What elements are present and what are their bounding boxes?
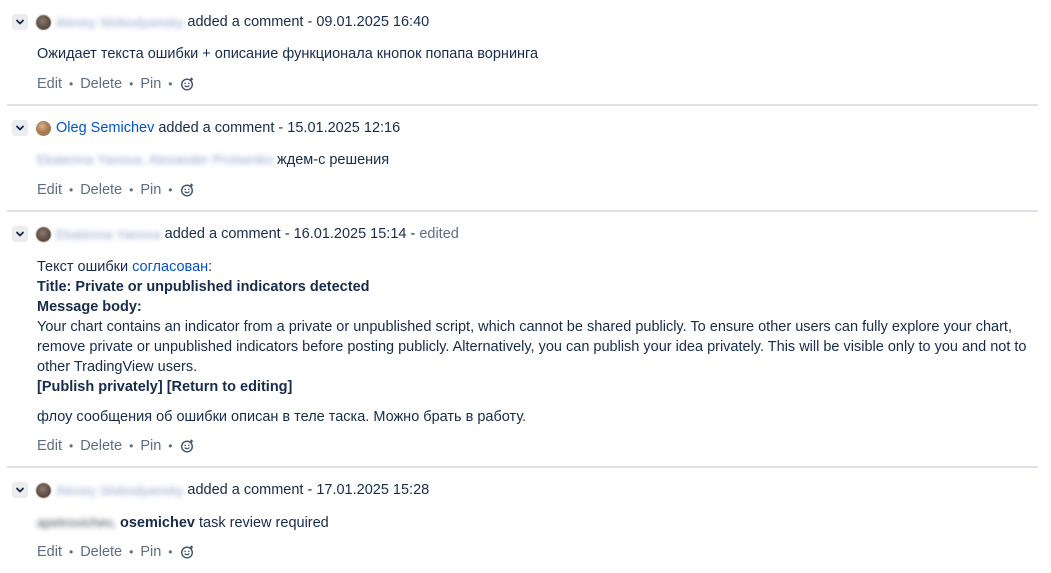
intro-suffix: : [208, 259, 213, 275]
chevron-down-icon [16, 231, 24, 237]
pin-button[interactable]: Pin [140, 76, 161, 92]
avatar[interactable] [36, 482, 51, 498]
body-heading: Message body: [37, 297, 1037, 317]
comment-meta: added a comment - 17.01.2025 15:28 [187, 482, 430, 498]
separator-dot: • [168, 77, 173, 91]
comment-divider [7, 466, 1038, 468]
comment-divider [7, 210, 1038, 212]
edit-button[interactable]: Edit [37, 76, 62, 92]
add-reaction-icon[interactable] [180, 77, 194, 91]
collapse-toggle[interactable] [12, 226, 28, 242]
title-line: Title: Private or unpublished indicators… [37, 277, 1037, 297]
comment-feed: Alexey Slobodyansky added a comment - 09… [0, 0, 1051, 573]
pin-button[interactable]: Pin [140, 544, 161, 560]
avatar[interactable] [36, 14, 51, 30]
separator-dot: • [69, 545, 74, 559]
comment-body: apetrovichev, osemichev task review requ… [37, 513, 1037, 533]
collapse-toggle[interactable] [12, 482, 28, 498]
separator-dot: • [168, 545, 173, 559]
separator-dot: • [129, 545, 134, 559]
comment-meta: added a comment - 16.01.2025 15:14 - [164, 226, 416, 242]
comment-header: Alexey Slobodyansky added a comment - 09… [12, 12, 429, 32]
author-name[interactable]: Alexey Slobodyansky [56, 483, 183, 498]
comment-divider [7, 104, 1038, 106]
chevron-down-icon [16, 487, 24, 493]
delete-button[interactable]: Delete [80, 76, 122, 92]
title-line-text: Title: Private or unpublished indicators… [37, 279, 370, 295]
separator-dot: • [129, 183, 134, 197]
comment-body: Ожидает текста ошибки + описание функцио… [37, 44, 1037, 64]
comment-text: Ekaterina Yanova, Alexander Protsenko жд… [37, 150, 1037, 170]
separator-dot: • [69, 183, 74, 197]
intro-link[interactable]: согласован [132, 259, 208, 275]
add-reaction-icon[interactable] [180, 439, 194, 453]
separator-dot: • [168, 439, 173, 453]
followup-text: флоу сообщения об ошибки описан в теле т… [37, 409, 527, 425]
collapse-toggle[interactable] [12, 14, 28, 30]
edited-label[interactable]: edited [419, 226, 459, 242]
mentions[interactable]: Ekaterina Yanova, Alexander Protsenko [37, 152, 273, 167]
delete-button[interactable]: Delete [80, 438, 122, 454]
comment-meta: added a comment - 15.01.2025 12:16 [158, 120, 401, 136]
intro-prefix: Текст ошибки [37, 259, 129, 275]
comment-actions: Edit • Delete • Pin • [37, 543, 194, 561]
author-name[interactable]: Oleg Semichev [56, 120, 154, 136]
message-text: Your chart contains an indicator from a … [37, 319, 1027, 375]
mention-user[interactable]: osemichev [120, 515, 195, 531]
avatar[interactable] [36, 120, 51, 136]
avatar[interactable] [36, 226, 51, 242]
comment-meta: added a comment - 09.01.2025 16:40 [187, 14, 430, 30]
add-reaction-icon[interactable] [180, 183, 194, 197]
edit-button[interactable]: Edit [37, 438, 62, 454]
intro-line: Текст ошибки согласован: [37, 257, 1037, 277]
collapse-toggle[interactable] [12, 120, 28, 136]
author-name[interactable]: Alexey Slobodyansky [56, 15, 183, 30]
edit-button[interactable]: Edit [37, 544, 62, 560]
separator-dot: • [69, 439, 74, 453]
comment-header: Ekaterina Yanova added a comment - 16.01… [12, 224, 459, 244]
comment-actions: Edit • Delete • Pin • [37, 181, 194, 199]
comment-actions: Edit • Delete • Pin • [37, 75, 194, 93]
body-heading-text: Message body: [37, 299, 142, 315]
separator-dot: • [129, 439, 134, 453]
comment-text: apetrovichev, osemichev task review requ… [37, 513, 1037, 533]
separator-dot: • [129, 77, 134, 91]
separator-dot: • [168, 183, 173, 197]
edit-button[interactable]: Edit [37, 182, 62, 198]
comment-text-content: ждем-с решения [277, 152, 390, 168]
chevron-down-icon [16, 125, 24, 131]
buttons-line-text: [Publish privately] [Return to editing] [37, 379, 293, 395]
comment-actions: Edit • Delete • Pin • [37, 437, 194, 455]
mention-blurred[interactable]: apetrovichev, [37, 515, 116, 530]
comment-body: Текст ошибки согласован: Title: Private … [37, 257, 1037, 427]
comment-header: Alexey Slobodyansky added a comment - 17… [12, 480, 429, 500]
comment-body: Ekaterina Yanova, Alexander Protsenko жд… [37, 150, 1037, 170]
author-name[interactable]: Ekaterina Yanova [56, 227, 161, 242]
chevron-down-icon [16, 19, 24, 25]
delete-button[interactable]: Delete [80, 182, 122, 198]
separator-dot: • [69, 77, 74, 91]
comment-text-content: task review required [199, 515, 329, 531]
comment-header: Oleg Semichev added a comment - 15.01.20… [12, 118, 400, 138]
comment-text: Ожидает текста ошибки + описание функцио… [37, 46, 539, 62]
pin-button[interactable]: Pin [140, 438, 161, 454]
buttons-line: [Publish privately] [Return to editing] [37, 377, 1037, 397]
pin-button[interactable]: Pin [140, 182, 161, 198]
delete-button[interactable]: Delete [80, 544, 122, 560]
add-reaction-icon[interactable] [180, 545, 194, 559]
